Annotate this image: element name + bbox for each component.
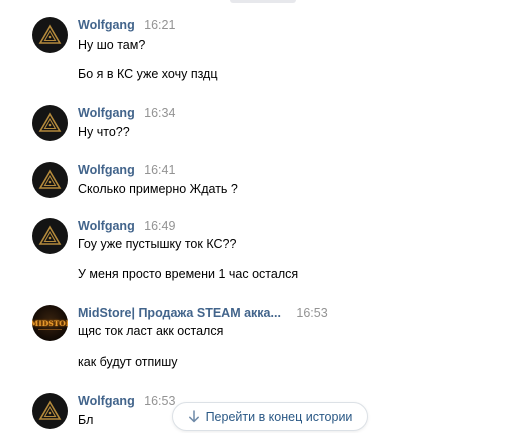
message-header: Wolfgang 16:21 [78, 17, 175, 34]
message-header: MidStore| Продажа STEAM акка... 16:53 [78, 305, 328, 322]
wolf-logo-icon [38, 169, 62, 189]
message-text: Сколько примерно Ждать ? [78, 182, 238, 196]
message-time[interactable]: 16:53 [144, 393, 175, 409]
author-name[interactable]: Wolfgang [78, 218, 135, 234]
top-scroll-edge [230, 0, 296, 3]
message-text: Бо я в КС уже хочу пздц [78, 67, 218, 81]
avatar[interactable] [32, 162, 68, 198]
message-text: У меня просто времени 1 час остался [78, 267, 299, 281]
wolf-logo-icon [38, 225, 62, 245]
message-header: Wolfgang 16:34 [78, 105, 175, 122]
logo-underline [38, 329, 62, 330]
author-name[interactable]: Wolfgang [78, 17, 135, 33]
avatar[interactable] [32, 105, 68, 141]
wolf-logo-icon [38, 24, 62, 44]
avatar[interactable] [32, 17, 68, 53]
author-name[interactable]: Wolfgang [78, 105, 135, 121]
message-text: Гоу уже пустышку ток КС?? [78, 237, 237, 251]
message-header: Wolfgang 16:41 [78, 162, 175, 179]
message-time[interactable]: 16:34 [144, 105, 175, 121]
message-text: Ну шо там? [78, 38, 146, 52]
message-text: Ну что?? [78, 125, 130, 139]
arrow-down-icon [188, 410, 200, 423]
wolf-logo-icon [38, 400, 62, 420]
wolf-logo-icon [38, 112, 62, 132]
message-text: щяс ток ласт акк остался [78, 324, 224, 338]
jump-to-end-button[interactable]: Перейти в конец истории [172, 402, 368, 431]
jump-to-end-label: Перейти в конец истории [205, 409, 353, 424]
message-text: как будут отпишу [78, 355, 178, 369]
avatar[interactable]: MIDSTORE [32, 305, 68, 341]
midstore-logo-icon: MIDSTORE [32, 319, 68, 328]
author-name[interactable]: Wolfgang [78, 162, 135, 178]
author-name[interactable]: MidStore| Продажа STEAM акка... [78, 305, 281, 321]
message-header: Wolfgang 16:53 [78, 393, 175, 410]
avatar[interactable] [32, 393, 68, 429]
message-time[interactable]: 16:41 [144, 162, 175, 178]
message-time[interactable]: 16:53 [296, 305, 327, 321]
avatar[interactable] [32, 218, 68, 254]
message-time[interactable]: 16:21 [144, 17, 175, 33]
message-header: Wolfgang 16:49 [78, 218, 175, 235]
author-name[interactable]: Wolfgang [78, 393, 135, 409]
message-text: Бл [78, 413, 94, 427]
message-time[interactable]: 16:49 [144, 218, 175, 234]
